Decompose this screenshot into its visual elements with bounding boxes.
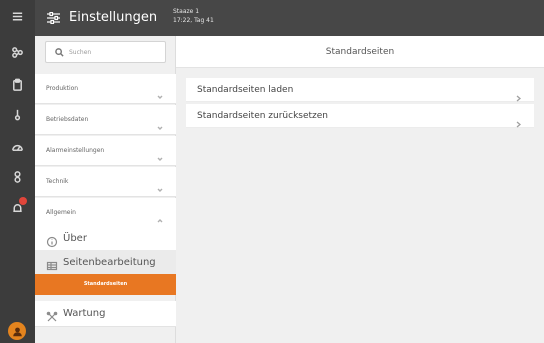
notification-badge xyxy=(19,197,27,205)
grid-icon xyxy=(46,257,58,271)
gauge-icon[interactable] xyxy=(0,136,35,156)
hierarchy-icon[interactable] xyxy=(0,42,35,62)
row-standardseiten-zuruecksetzen[interactable]: Standardseiten zurücksetzen xyxy=(186,104,534,128)
sidebar-item-label: Seitenbearbeitung xyxy=(63,257,156,268)
section-betriebsdaten[interactable]: Betriebsdaten xyxy=(35,105,176,135)
avatar[interactable] xyxy=(8,322,26,340)
info-icon xyxy=(46,233,58,248)
content-title: Standardseiten xyxy=(325,47,395,57)
sidebar-item-ueber[interactable]: Über xyxy=(35,226,176,252)
section-technik[interactable]: Technik xyxy=(35,167,176,197)
chevron-down-icon xyxy=(157,147,163,161)
chevron-down-icon xyxy=(157,178,163,192)
chevron-down-icon xyxy=(157,85,163,99)
chevron-right-icon xyxy=(516,87,522,102)
row-standardseiten-laden[interactable]: Standardseiten laden xyxy=(186,78,534,102)
section-produktion[interactable]: Produktion xyxy=(35,74,176,104)
top-bar: Einstellungen Staaze 1 17:22, Tag 41 xyxy=(35,0,544,36)
tools-icon xyxy=(46,308,58,322)
bell-icon[interactable] xyxy=(0,198,35,218)
sidebar-item-label: Standardseiten xyxy=(83,281,128,287)
section-label: Allgemein xyxy=(46,209,76,216)
row-label: Standardseiten laden xyxy=(197,85,294,95)
search-box[interactable] xyxy=(45,41,166,63)
menu-icon[interactable] xyxy=(0,6,35,26)
content-header: Standardseiten xyxy=(176,36,544,68)
page-title: Einstellungen xyxy=(69,10,158,25)
section-label: Betriebsdaten xyxy=(46,116,89,123)
nav-rail xyxy=(0,0,35,343)
status-time: 17:22, Tag 41 xyxy=(173,17,214,24)
row-label: Standardseiten zurücksetzen xyxy=(197,111,329,121)
search-icon xyxy=(55,48,64,57)
person-icon[interactable] xyxy=(0,166,35,186)
chevron-right-icon xyxy=(516,113,522,128)
section-allgemein[interactable]: Allgemein xyxy=(35,198,176,228)
thermometer-icon[interactable] xyxy=(0,104,35,124)
clipboard-icon[interactable] xyxy=(0,74,35,94)
section-label: Technik xyxy=(46,178,69,185)
sidebar-item-wartung[interactable]: Wartung xyxy=(35,301,176,327)
settings-sidebar: Produktion Betriebsdaten Alarmeinstellun… xyxy=(35,36,176,343)
content-area: Standardseiten laden Standardseiten zurü… xyxy=(176,68,544,343)
section-alarmeinstellungen[interactable]: Alarmeinstellungen xyxy=(35,136,176,166)
chevron-down-icon xyxy=(157,116,163,130)
section-label: Alarmeinstellungen xyxy=(46,147,105,154)
sidebar-item-label: Über xyxy=(63,233,87,244)
sidebar-item-seitenbearbeitung[interactable]: Seitenbearbeitung xyxy=(35,250,176,276)
section-label: Produktion xyxy=(46,85,79,92)
app-window: Einstellungen Staaze 1 17:22, Tag 41 Pro… xyxy=(0,0,544,343)
sliders-icon xyxy=(47,12,60,24)
chevron-up-icon xyxy=(157,209,163,223)
search-input[interactable] xyxy=(69,45,159,59)
sidebar-item-label: Wartung xyxy=(63,308,106,319)
status-location: Staaze 1 xyxy=(173,8,200,15)
sidebar-item-standardseiten[interactable]: Standardseiten xyxy=(35,274,176,295)
